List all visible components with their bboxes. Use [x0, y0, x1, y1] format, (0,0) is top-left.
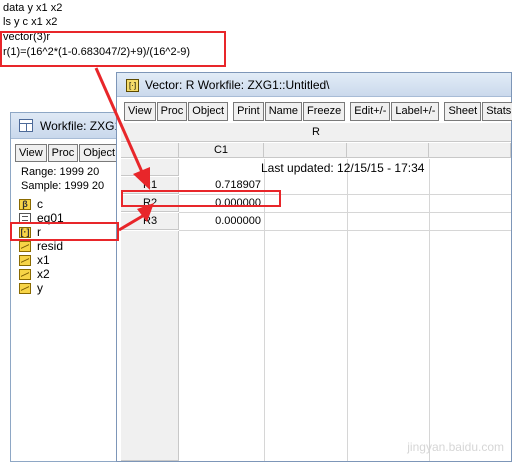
- arrow-object-to-cell: [118, 212, 147, 232]
- annotation-arrows: [94, 67, 154, 232]
- arrow-command-to-cell: [94, 67, 144, 173]
- watermark: jingyan.baidu.com: [407, 440, 504, 454]
